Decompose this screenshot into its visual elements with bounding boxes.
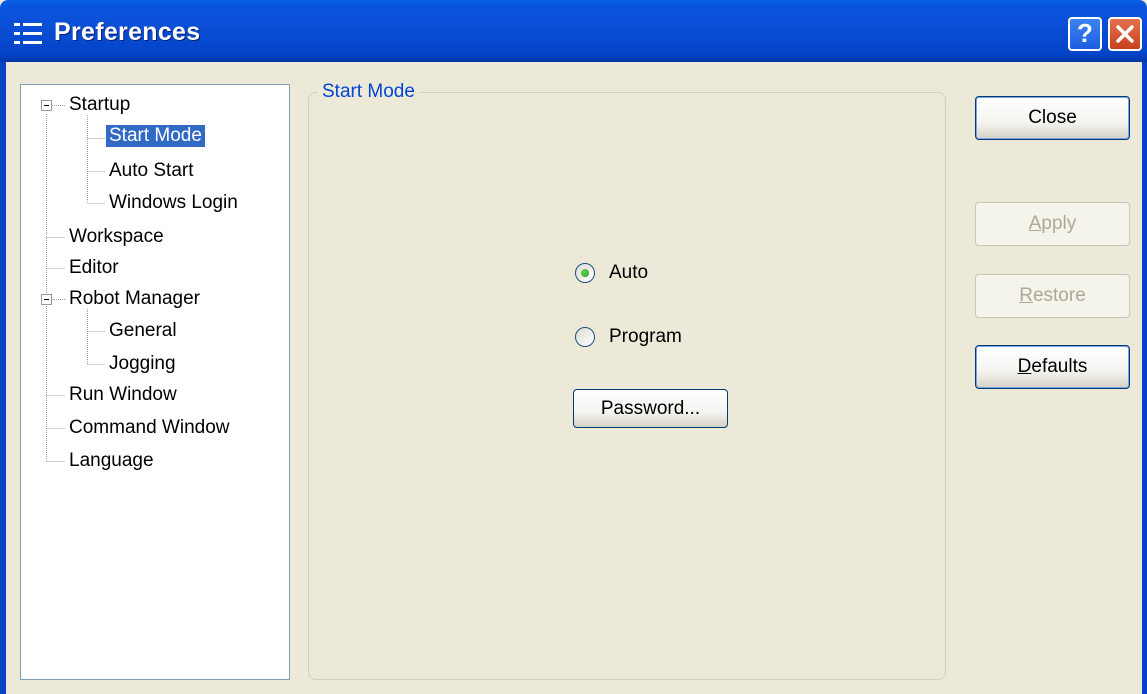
tree-item-jogging[interactable]: Jogging (109, 353, 176, 375)
tree-item-start-mode[interactable]: Start Mode (106, 125, 205, 147)
tree-item-auto-start[interactable]: Auto Start (109, 160, 194, 182)
radio-selected-dot (581, 269, 589, 277)
tree-item-workspace[interactable]: Workspace (69, 226, 164, 248)
radio-auto-button[interactable] (575, 263, 595, 283)
robot-manager-collapse-toggle[interactable] (41, 294, 52, 305)
restore-button-label: Restore (1019, 285, 1086, 306)
help-button[interactable]: ? (1068, 17, 1102, 51)
startup-collapse-toggle[interactable] (41, 100, 52, 111)
title-bar: Preferences ? (0, 0, 1147, 62)
close-button-label: Close (1028, 107, 1077, 128)
password-button[interactable]: Password... (573, 389, 728, 428)
tree-item-run-window[interactable]: Run Window (69, 384, 177, 406)
app-icon (14, 23, 42, 45)
radio-program-label[interactable]: Program (609, 326, 682, 348)
window-border-left (0, 62, 6, 694)
restore-button[interactable]: Restore (975, 274, 1130, 318)
help-icon: ? (1077, 18, 1093, 48)
defaults-button-label: Defaults (1017, 356, 1088, 377)
apply-button-label: Apply (1028, 213, 1077, 234)
close-button[interactable]: Close (975, 96, 1130, 140)
preferences-tree[interactable]: Startup Start Mode Auto Start Windows Lo… (20, 84, 290, 680)
password-button-label: Password... (600, 398, 701, 419)
tree-item-startup[interactable]: Startup (69, 94, 130, 116)
radio-auto[interactable]: Auto (575, 262, 695, 288)
start-mode-group (308, 92, 946, 680)
close-icon (1116, 25, 1134, 43)
tree-item-windows-login[interactable]: Windows Login (109, 192, 238, 214)
tree-item-language[interactable]: Language (69, 450, 154, 472)
tree-item-robot-manager[interactable]: Robot Manager (69, 288, 200, 310)
radio-program[interactable]: Program (575, 326, 715, 352)
defaults-button[interactable]: Defaults (975, 345, 1130, 389)
close-window-button[interactable] (1108, 17, 1142, 51)
apply-button[interactable]: Apply (975, 202, 1130, 246)
radio-auto-label[interactable]: Auto (609, 262, 648, 284)
tree-item-command-window[interactable]: Command Window (69, 417, 230, 439)
radio-program-button[interactable] (575, 327, 595, 347)
tree-item-general[interactable]: General (109, 320, 177, 342)
window-title: Preferences (54, 18, 201, 46)
tree-item-editor[interactable]: Editor (69, 257, 119, 279)
window-border-right (1142, 62, 1147, 694)
start-mode-group-title: Start Mode (318, 81, 419, 103)
